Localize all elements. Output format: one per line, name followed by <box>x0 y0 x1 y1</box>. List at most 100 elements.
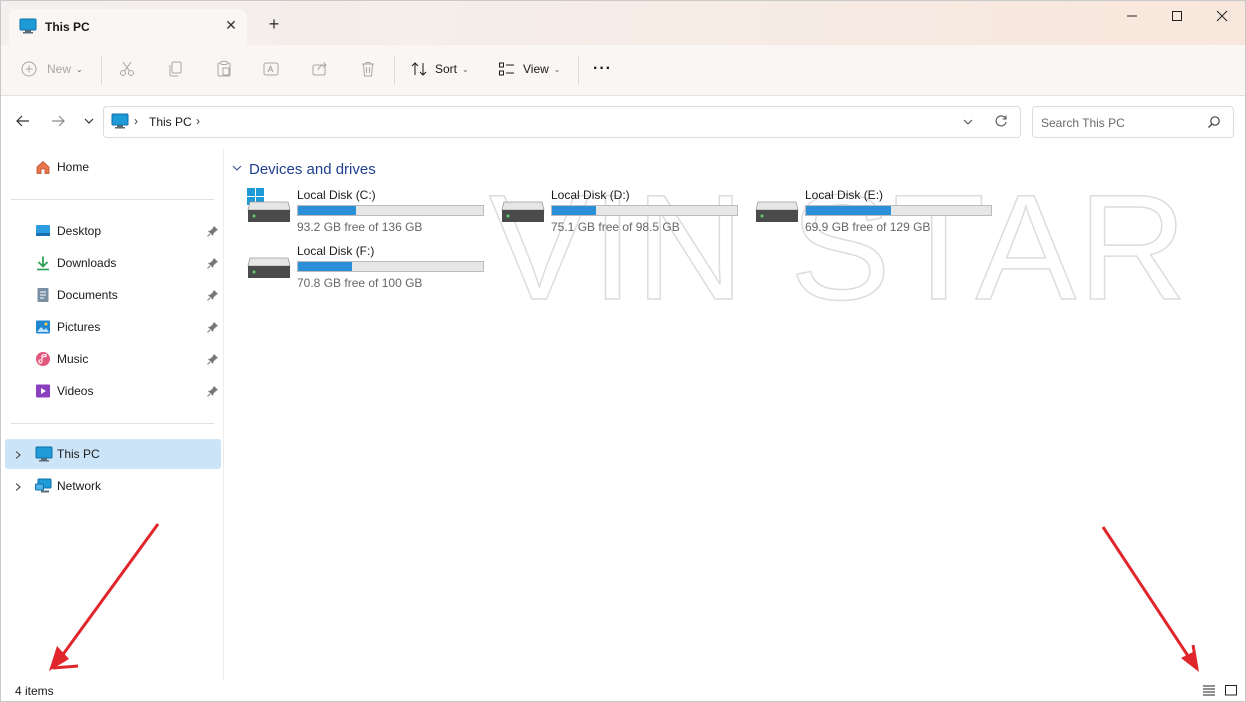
music-icon <box>35 351 51 367</box>
view-button[interactable]: View ⌄ <box>498 55 561 83</box>
download-icon <box>35 255 51 271</box>
arrow-left-icon <box>15 113 31 132</box>
sidebar-item-documents[interactable]: Documents <box>5 280 221 310</box>
sidebar-label: Music <box>57 352 89 366</box>
this-pc-icon <box>19 18 37 37</box>
drive-name: Local Disk (C:) <box>297 188 376 202</box>
divider <box>11 199 214 200</box>
back-button[interactable] <box>11 110 35 134</box>
drive-usage-bar <box>551 205 738 216</box>
sidebar-item-this-pc[interactable]: This PC <box>5 439 221 469</box>
pin-icon[interactable] <box>207 225 219 240</box>
chevron-down-icon <box>231 162 243 177</box>
divider <box>578 55 579 85</box>
drive-icon <box>247 244 291 283</box>
clipboard-icon <box>215 60 233 78</box>
drive-item-f[interactable]: Local Disk (F:) 70.8 GB free of 100 GB <box>247 244 497 294</box>
breadcrumb-separator-icon: › <box>134 114 138 128</box>
search-placeholder: Search This PC <box>1041 116 1125 130</box>
pin-icon[interactable] <box>207 353 219 368</box>
cut-button[interactable] <box>118 55 136 83</box>
sidebar-item-videos[interactable]: Videos <box>5 376 221 406</box>
address-row: › This PC › Search This PC <box>1 96 1245 148</box>
drive-name: Local Disk (E:) <box>805 188 884 202</box>
chevron-down-icon: ⌄ <box>76 64 83 74</box>
drive-item-c[interactable]: Local Disk (C:) 93.2 GB free of 136 GB <box>247 188 497 238</box>
details-view-icon[interactable] <box>1202 684 1216 699</box>
group-header-devices-and-drives[interactable]: Devices and drives <box>231 161 376 178</box>
documents-icon <box>35 287 51 303</box>
close-tab-button[interactable]: ✕ <box>221 15 241 35</box>
refresh-icon[interactable] <box>994 114 1008 131</box>
drive-item-e[interactable]: Local Disk (E:) 69.9 GB free of 129 GB <box>755 188 1005 238</box>
address-bar[interactable]: › This PC › <box>103 106 1021 138</box>
pin-icon[interactable] <box>207 385 219 400</box>
sidebar-label: Videos <box>57 384 94 398</box>
chevron-down-icon: ⌄ <box>462 64 469 74</box>
this-pc-icon <box>35 446 53 462</box>
home-icon <box>35 159 51 175</box>
desktop-icon <box>35 223 51 239</box>
command-bar: New ⌄ Sort ⌄ View ⌄ ··· <box>1 45 1245 96</box>
rename-button[interactable] <box>262 55 280 83</box>
drive-usage-fill <box>806 206 891 215</box>
pin-icon[interactable] <box>207 321 219 336</box>
sidebar-label: Documents <box>57 288 118 302</box>
sort-button[interactable]: Sort ⌄ <box>410 55 469 83</box>
chevron-down-icon: ⌄ <box>553 64 561 74</box>
new-button[interactable]: New ⌄ <box>21 55 83 83</box>
drive-usage-bar <box>297 261 484 272</box>
arrow-right-icon <box>50 113 66 132</box>
recent-locations-button[interactable] <box>77 110 101 134</box>
delete-button[interactable] <box>359 55 377 83</box>
maximize-button[interactable] <box>1154 1 1200 33</box>
trash-icon <box>359 60 377 78</box>
tab-this-pc[interactable]: This PC ✕ <box>9 9 247 45</box>
copy-button[interactable] <box>167 55 185 83</box>
sidebar-label: Network <box>57 479 102 493</box>
status-item-count: 4 items <box>15 684 54 698</box>
address-dropdown-icon[interactable] <box>962 116 974 131</box>
share-button[interactable] <box>311 55 329 83</box>
large-icons-view-icon[interactable] <box>1224 684 1238 699</box>
drive-item-d[interactable]: Local Disk (D:) 75.1 GB free of 98.5 GB <box>501 188 751 238</box>
close-window-button[interactable] <box>1199 1 1245 33</box>
search-input[interactable]: Search This PC <box>1032 106 1234 138</box>
forward-button[interactable] <box>46 110 70 134</box>
group-title: Devices and drives <box>249 161 376 178</box>
new-label: New <box>47 62 72 76</box>
sidebar-item-music[interactable]: Music <box>5 344 221 374</box>
new-tab-button[interactable]: + <box>263 13 285 35</box>
breadcrumb-this-pc[interactable]: This PC <box>149 115 192 129</box>
see-more-button[interactable]: ··· <box>593 55 612 83</box>
drive-free-space: 70.8 GB free of 100 GB <box>297 276 423 290</box>
minimize-button[interactable] <box>1109 1 1155 33</box>
sidebar-item-downloads[interactable]: Downloads <box>5 248 221 278</box>
drive-name: Local Disk (F:) <box>297 244 375 258</box>
search-icon[interactable] <box>1207 115 1221 132</box>
pin-icon[interactable] <box>207 257 219 272</box>
sidebar-item-desktop[interactable]: Desktop <box>5 216 221 246</box>
paste-button[interactable] <box>215 55 233 83</box>
rename-icon <box>262 60 280 78</box>
drive-name: Local Disk (D:) <box>551 188 630 202</box>
sidebar-item-pictures[interactable]: Pictures <box>5 312 221 342</box>
drive-usage-bar <box>297 205 484 216</box>
tab-title: This PC <box>45 20 90 34</box>
drive-free-space: 75.1 GB free of 98.5 GB <box>551 220 680 234</box>
videos-icon <box>35 383 51 399</box>
chevron-right-icon[interactable] <box>13 449 23 463</box>
drive-usage-fill <box>298 206 357 215</box>
drive-usage-fill <box>552 206 597 215</box>
pin-icon[interactable] <box>207 289 219 304</box>
sidebar-item-network[interactable]: Network <box>5 471 221 501</box>
chevron-down-icon <box>83 115 95 130</box>
view-label: View <box>523 62 549 76</box>
sidebar-divider <box>223 149 224 679</box>
sidebar-item-home[interactable]: Home <box>5 152 221 182</box>
chevron-right-icon[interactable] <box>13 481 23 495</box>
breadcrumb-chevron-icon[interactable]: › <box>196 114 200 128</box>
divider <box>101 55 102 85</box>
red-arrow-icon <box>1101 526 1199 672</box>
plus-circle-icon <box>21 61 37 77</box>
